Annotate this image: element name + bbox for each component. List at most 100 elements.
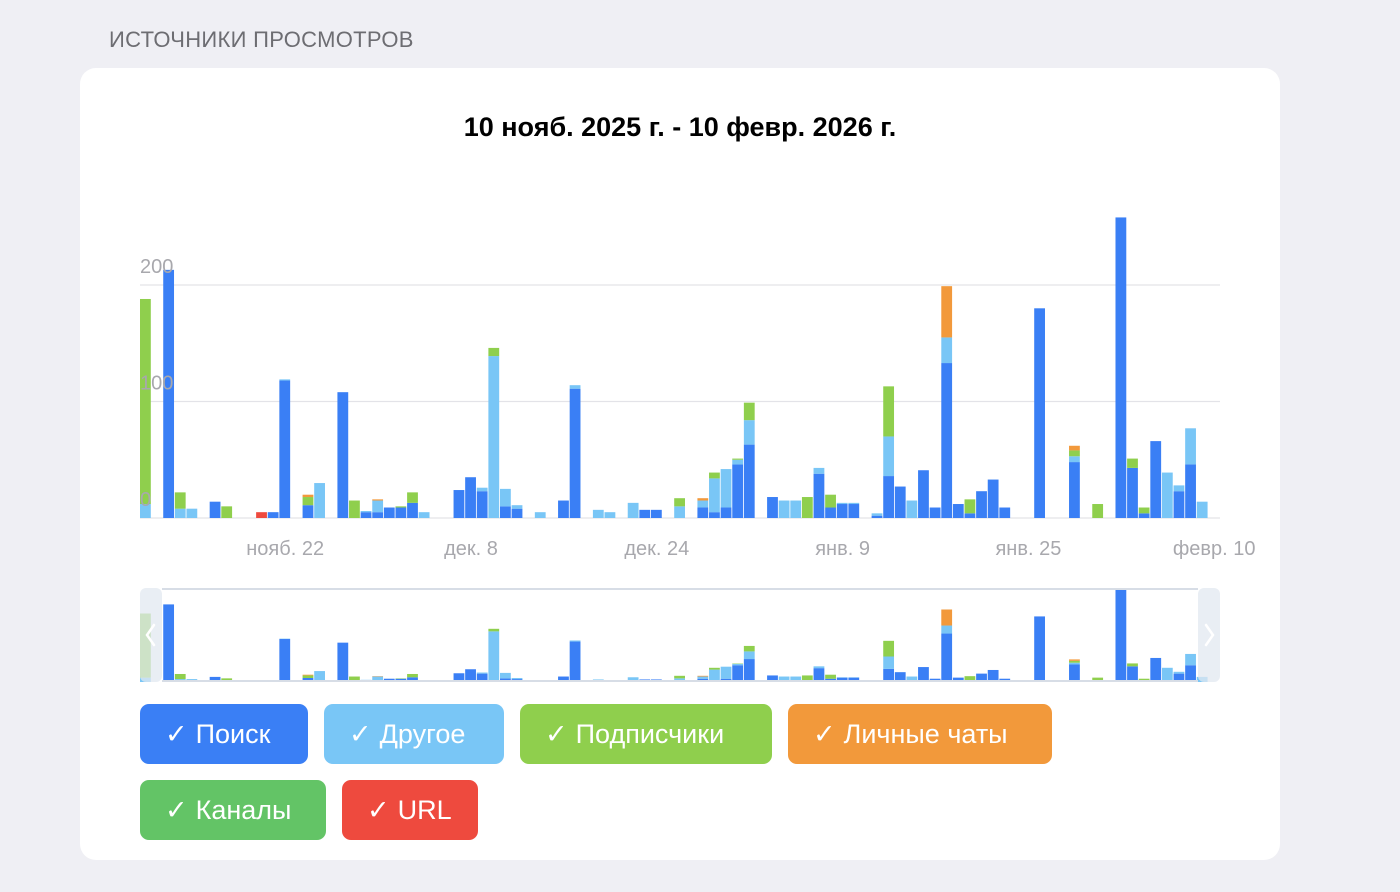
bar-segment[interactable]	[1185, 428, 1196, 465]
bar-segment[interactable]	[534, 512, 546, 518]
legend-toggle-0[interactable]: ✓ Поиск	[140, 704, 308, 764]
bar-segment[interactable]	[1092, 504, 1104, 518]
bar-segment[interactable]	[639, 509, 651, 518]
bar-segment[interactable]	[674, 506, 685, 518]
navigator-right-handle[interactable]	[1198, 588, 1220, 682]
bar-segment[interactable]	[1173, 491, 1185, 518]
bar-segment[interactable]	[743, 420, 755, 445]
bar-segment[interactable]	[1069, 445, 1080, 451]
bar-segment[interactable]	[790, 500, 802, 518]
bar-segment[interactable]	[627, 502, 639, 518]
bar-segment[interactable]	[174, 492, 186, 509]
bar-segment[interactable]	[1127, 458, 1138, 468]
bar-segment[interactable]	[825, 507, 836, 518]
bar-segment[interactable]	[476, 491, 488, 518]
bar-segment[interactable]	[801, 497, 813, 518]
bar-segment[interactable]	[569, 385, 581, 389]
bar-segment[interactable]	[1034, 308, 1045, 518]
bar-segment[interactable]	[558, 500, 569, 518]
bar-segment[interactable]	[709, 472, 720, 479]
bar-segment[interactable]	[883, 386, 895, 437]
navigator-left-handle[interactable]	[140, 588, 162, 682]
bar-segment[interactable]	[964, 513, 976, 518]
bar-segment[interactable]	[987, 479, 999, 518]
bar-segment[interactable]	[941, 337, 953, 364]
legend-toggle-2[interactable]: ✓ Подписчики	[520, 704, 772, 764]
bar-segment[interactable]	[407, 502, 418, 518]
bar-segment[interactable]	[1069, 456, 1080, 463]
bar-segment[interactable]	[650, 509, 662, 518]
bar-segment[interactable]	[395, 507, 407, 518]
bar-segment[interactable]	[569, 388, 581, 518]
bar-segment[interactable]	[174, 508, 186, 518]
bar-segment[interactable]	[697, 498, 709, 501]
legend-toggle-3[interactable]: ✓ Личные чаты	[788, 704, 1052, 764]
bar-segment[interactable]	[1173, 485, 1185, 492]
bar-segment[interactable]	[825, 494, 836, 508]
bar-segment[interactable]	[883, 436, 895, 477]
bar-segment[interactable]	[418, 512, 430, 518]
bar-segment[interactable]	[500, 488, 511, 507]
bar-segment[interactable]	[848, 502, 860, 505]
bar-segment[interactable]	[140, 298, 151, 505]
bar-segment[interactable]	[813, 473, 825, 518]
bar-segment[interactable]	[871, 513, 883, 516]
bar-segment[interactable]	[349, 500, 360, 518]
bar-segment[interactable]	[186, 508, 198, 518]
bar-segment[interactable]	[256, 512, 267, 518]
bar-segment[interactable]	[743, 444, 755, 518]
bar-segment[interactable]	[720, 469, 732, 508]
bar-segment[interactable]	[848, 504, 860, 518]
bar-segment[interactable]	[372, 500, 384, 513]
bar-segment[interactable]	[407, 492, 418, 503]
bar-segment[interactable]	[221, 506, 233, 518]
bar-segment[interactable]	[314, 483, 325, 518]
bar-segment[interactable]	[709, 478, 720, 513]
bar-segment[interactable]	[302, 494, 314, 498]
bar-segment[interactable]	[511, 505, 523, 509]
legend-toggle-4[interactable]: ✓ Каналы	[140, 780, 326, 840]
bar-segment[interactable]	[999, 507, 1011, 518]
range-navigator[interactable]	[140, 588, 1220, 682]
bar-segment[interactable]	[1150, 441, 1162, 518]
bar-segment[interactable]	[906, 500, 918, 518]
bar-segment[interactable]	[894, 486, 906, 518]
legend-toggle-5[interactable]: ✓ URL	[342, 780, 478, 840]
legend-toggle-1[interactable]: ✓ Другое	[324, 704, 504, 764]
bar-segment[interactable]	[1161, 472, 1173, 518]
bar-segment[interactable]	[511, 508, 523, 518]
bar-segment[interactable]	[372, 499, 384, 501]
bar-segment[interactable]	[836, 504, 848, 518]
bar-segment[interactable]	[1138, 507, 1150, 514]
bar-segment[interactable]	[383, 507, 395, 518]
bar-segment[interactable]	[500, 506, 511, 518]
bar-segment[interactable]	[360, 512, 372, 518]
bar-segment[interactable]	[941, 363, 953, 518]
bar-segment[interactable]	[1138, 513, 1150, 518]
bar-segment[interactable]	[674, 498, 685, 507]
bar-segment[interactable]	[453, 490, 465, 518]
bar-segment[interactable]	[267, 512, 279, 518]
bar-segment[interactable]	[767, 497, 778, 518]
bar-segment[interactable]	[952, 504, 964, 518]
bar-segment[interactable]	[918, 470, 929, 518]
bar-segment[interactable]	[976, 491, 987, 518]
bar-segment[interactable]	[465, 477, 476, 518]
bar-segment[interactable]	[697, 500, 709, 508]
bar-segment[interactable]	[964, 499, 976, 514]
bar-segment[interactable]	[302, 505, 314, 518]
bar-segment[interactable]	[372, 512, 384, 518]
bar-segment[interactable]	[279, 379, 291, 381]
bar-segment[interactable]	[732, 458, 744, 460]
bar-segment[interactable]	[1185, 464, 1196, 518]
bar-segment[interactable]	[941, 286, 953, 338]
bar-segment[interactable]	[813, 467, 825, 474]
bar-segment[interactable]	[604, 512, 616, 518]
bar-segment[interactable]	[1115, 217, 1127, 518]
bar-segment[interactable]	[697, 507, 709, 518]
bar-segment[interactable]	[488, 356, 500, 518]
bar-segment[interactable]	[488, 347, 500, 357]
bar-segment[interactable]	[778, 500, 790, 518]
bar-segment[interactable]	[1069, 450, 1080, 457]
bar-segment[interactable]	[302, 497, 314, 506]
